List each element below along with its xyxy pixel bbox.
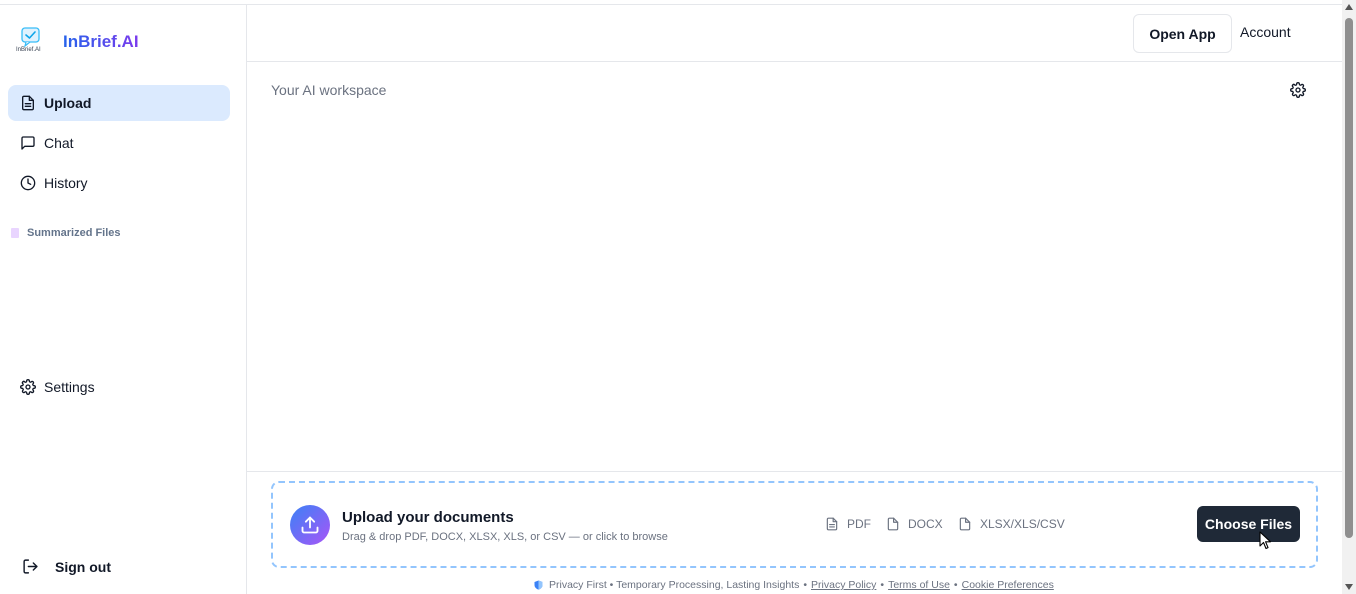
top-header: Open App Account [247,5,1342,62]
brand[interactable]: InBrief.AI InBrief.AI [16,27,139,57]
scroll-down-arrow-icon[interactable] [1345,584,1353,590]
sidebar-item-label: Upload [44,95,92,111]
mouse-cursor-icon [1259,531,1272,550]
sidebar-item-label: Settings [44,379,95,395]
brand-logo: InBrief.AI [16,27,46,57]
choose-files-button[interactable]: Choose Files [1197,506,1300,542]
terms-of-use-link[interactable]: Terms of Use [888,579,950,591]
cookie-preferences-link[interactable]: Cookie Preferences [962,579,1054,591]
file-icon [958,517,972,531]
file-type-label: XLSX/XLS/CSV [980,517,1065,531]
scroll-up-arrow-icon[interactable] [1345,4,1353,10]
account-link[interactable]: Account [1240,24,1291,40]
sidebar-item-upload[interactable]: Upload [8,85,230,121]
upload-dropzone[interactable]: Upload your documents Drag & drop PDF, D… [271,481,1318,568]
file-type-pdf: PDF [825,517,871,531]
file-text-icon [825,517,839,531]
file-type-docx: DOCX [886,517,943,531]
summarized-files-header[interactable]: Summarized Files [11,227,121,239]
shield-icon [534,580,543,590]
sidebar-item-settings[interactable]: Settings [8,369,230,405]
sidebar-item-label: Chat [44,135,74,151]
privacy-policy-link[interactable]: Privacy Policy [811,579,876,591]
file-type-label: DOCX [908,517,943,531]
file-text-icon [20,95,36,111]
footer: Privacy First • Temporary Processing, La… [534,579,1054,591]
sidebar-item-history[interactable]: History [8,165,230,201]
sidebar-item-label: History [44,175,88,191]
log-out-icon [22,558,39,575]
sign-out-label: Sign out [55,558,111,575]
sidebar: InBrief.AI InBrief.AI Upload Chat Histor… [0,5,247,594]
footer-separator: • [803,579,808,591]
upload-subtitle: Drag & drop PDF, DOCX, XLSX, XLS, or CSV… [342,531,668,543]
summarized-files-label: Summarized Files [27,227,121,239]
file-type-label: PDF [847,517,871,531]
workspace-settings-icon[interactable] [1290,82,1306,98]
brand-name: InBrief.AI [63,32,139,51]
brand-logo-text: InBrief.AI [16,47,41,53]
page-scrollbar[interactable] [1342,0,1356,594]
workspace-label: Your AI workspace [271,82,387,98]
footer-separator: • [880,579,885,591]
sign-out-button[interactable]: Sign out [22,558,111,575]
document-icon [11,228,19,238]
upload-icon [290,505,330,545]
footer-tagline: Privacy First • Temporary Processing, La… [549,579,800,591]
file-icon [886,517,900,531]
sidebar-item-chat[interactable]: Chat [8,125,230,161]
open-app-button[interactable]: Open App [1133,14,1232,53]
message-square-icon [20,135,36,151]
file-type-spreadsheet: XLSX/XLS/CSV [958,517,1065,531]
scroll-thumb[interactable] [1345,18,1353,538]
checkbox-chat-icon [21,27,40,47]
footer-separator: • [953,579,958,591]
clock-icon [20,175,36,191]
upload-title: Upload your documents [342,509,514,526]
gear-icon [20,379,36,395]
